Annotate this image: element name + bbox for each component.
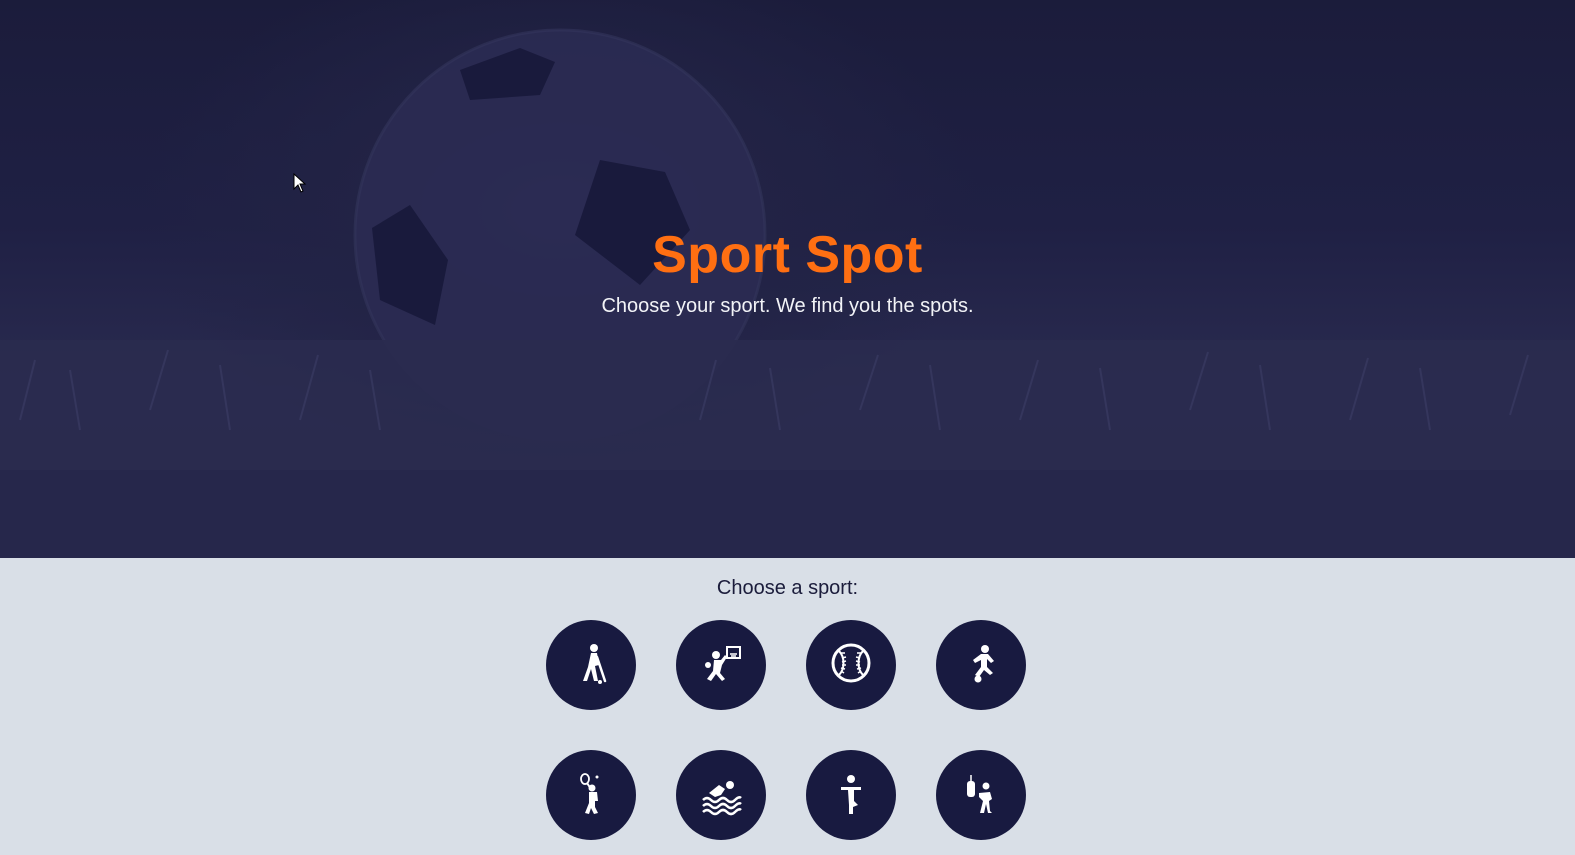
baseball-icon xyxy=(831,643,871,683)
sport-button-boxing[interactable] xyxy=(936,750,1026,840)
boxing-icon xyxy=(967,775,992,813)
sport-picker-label: Choose a sport: xyxy=(716,577,859,599)
hero-banner: Sport Spot Choose your sport. We find yo… xyxy=(0,0,1575,558)
sport-button-swimming[interactable] xyxy=(676,750,766,840)
mouse-cursor-icon xyxy=(293,173,307,193)
sport-button-gymnastics[interactable] xyxy=(806,750,896,840)
hero-subtitle: Choose your sport. We find you the spots… xyxy=(601,295,974,317)
sport-button-hockey[interactable] xyxy=(546,620,636,710)
sport-button-soccer[interactable] xyxy=(936,620,1026,710)
sport-button-tennis[interactable] xyxy=(546,750,636,840)
sport-grid xyxy=(546,620,1026,840)
swimmer-icon xyxy=(702,781,742,816)
basketball-player-icon xyxy=(705,646,741,681)
sport-picker: Choose a sport: xyxy=(0,558,1575,855)
tennis-player-icon xyxy=(580,773,599,814)
soccer-player-icon xyxy=(973,645,994,683)
gymnastics-icon xyxy=(841,775,861,814)
hero-content: Sport Spot Choose your sport. We find yo… xyxy=(0,222,1575,320)
sport-button-baseball[interactable] xyxy=(806,620,896,710)
sport-button-basketball[interactable] xyxy=(676,620,766,710)
page-title: Sport Spot xyxy=(652,226,923,284)
hockey-player-icon xyxy=(583,644,607,684)
